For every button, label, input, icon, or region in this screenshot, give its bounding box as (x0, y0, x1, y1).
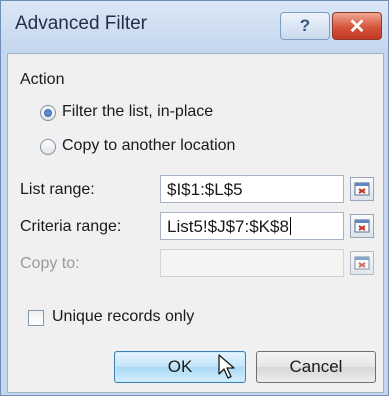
title-bar[interactable]: Advanced Filter ? ✕ (1, 1, 388, 53)
cancel-button-label: Cancel (289, 357, 343, 376)
cancel-button[interactable]: Cancel (256, 351, 376, 383)
mouse-pointer-icon (218, 354, 235, 379)
criteria-range-collapse-button[interactable] (350, 214, 374, 238)
unique-records-checkbox[interactable] (28, 310, 44, 326)
dialog-body: Action Filter the list, in-place Copy to… (7, 53, 384, 393)
criteria-range-input[interactable]: List5!$J$7:$K$8 (160, 212, 344, 240)
copy-to-input[interactable] (160, 249, 344, 277)
close-button[interactable]: ✕ (332, 12, 382, 40)
collapse-dialog-icon (354, 219, 370, 233)
radio-copy-to-location[interactable] (40, 139, 56, 155)
text-caret (289, 217, 291, 235)
advanced-filter-dialog: Advanced Filter ? ✕ Action Filter the li… (0, 0, 389, 396)
list-range-label: List range: (20, 181, 95, 198)
close-icon: ✕ (348, 15, 366, 38)
list-range-collapse-button[interactable] (350, 177, 374, 201)
help-button[interactable]: ? (280, 12, 330, 40)
collapse-dialog-icon (354, 182, 370, 196)
radio-filter-in-place[interactable] (40, 105, 56, 121)
unique-records-label[interactable]: Unique records only (52, 308, 194, 326)
criteria-range-value: List5!$J$7:$K$8 (167, 217, 289, 236)
criteria-range-label: Criteria range: (20, 218, 122, 235)
radio-filter-in-place-label[interactable]: Filter the list, in-place (62, 103, 213, 121)
copy-to-label: Copy to: (20, 255, 80, 272)
copy-to-collapse-button[interactable] (350, 251, 374, 275)
dialog-title: Advanced Filter (15, 13, 148, 34)
list-range-value: $I$1:$L$5 (167, 180, 243, 199)
radio-copy-to-location-label[interactable]: Copy to another location (62, 137, 235, 155)
radio-selected-dot (44, 109, 52, 117)
list-range-input[interactable]: $I$1:$L$5 (160, 175, 344, 203)
action-group-label: Action (20, 71, 65, 88)
ok-button-label: OK (167, 357, 193, 376)
collapse-dialog-icon (354, 256, 370, 270)
help-icon: ? (299, 16, 311, 35)
